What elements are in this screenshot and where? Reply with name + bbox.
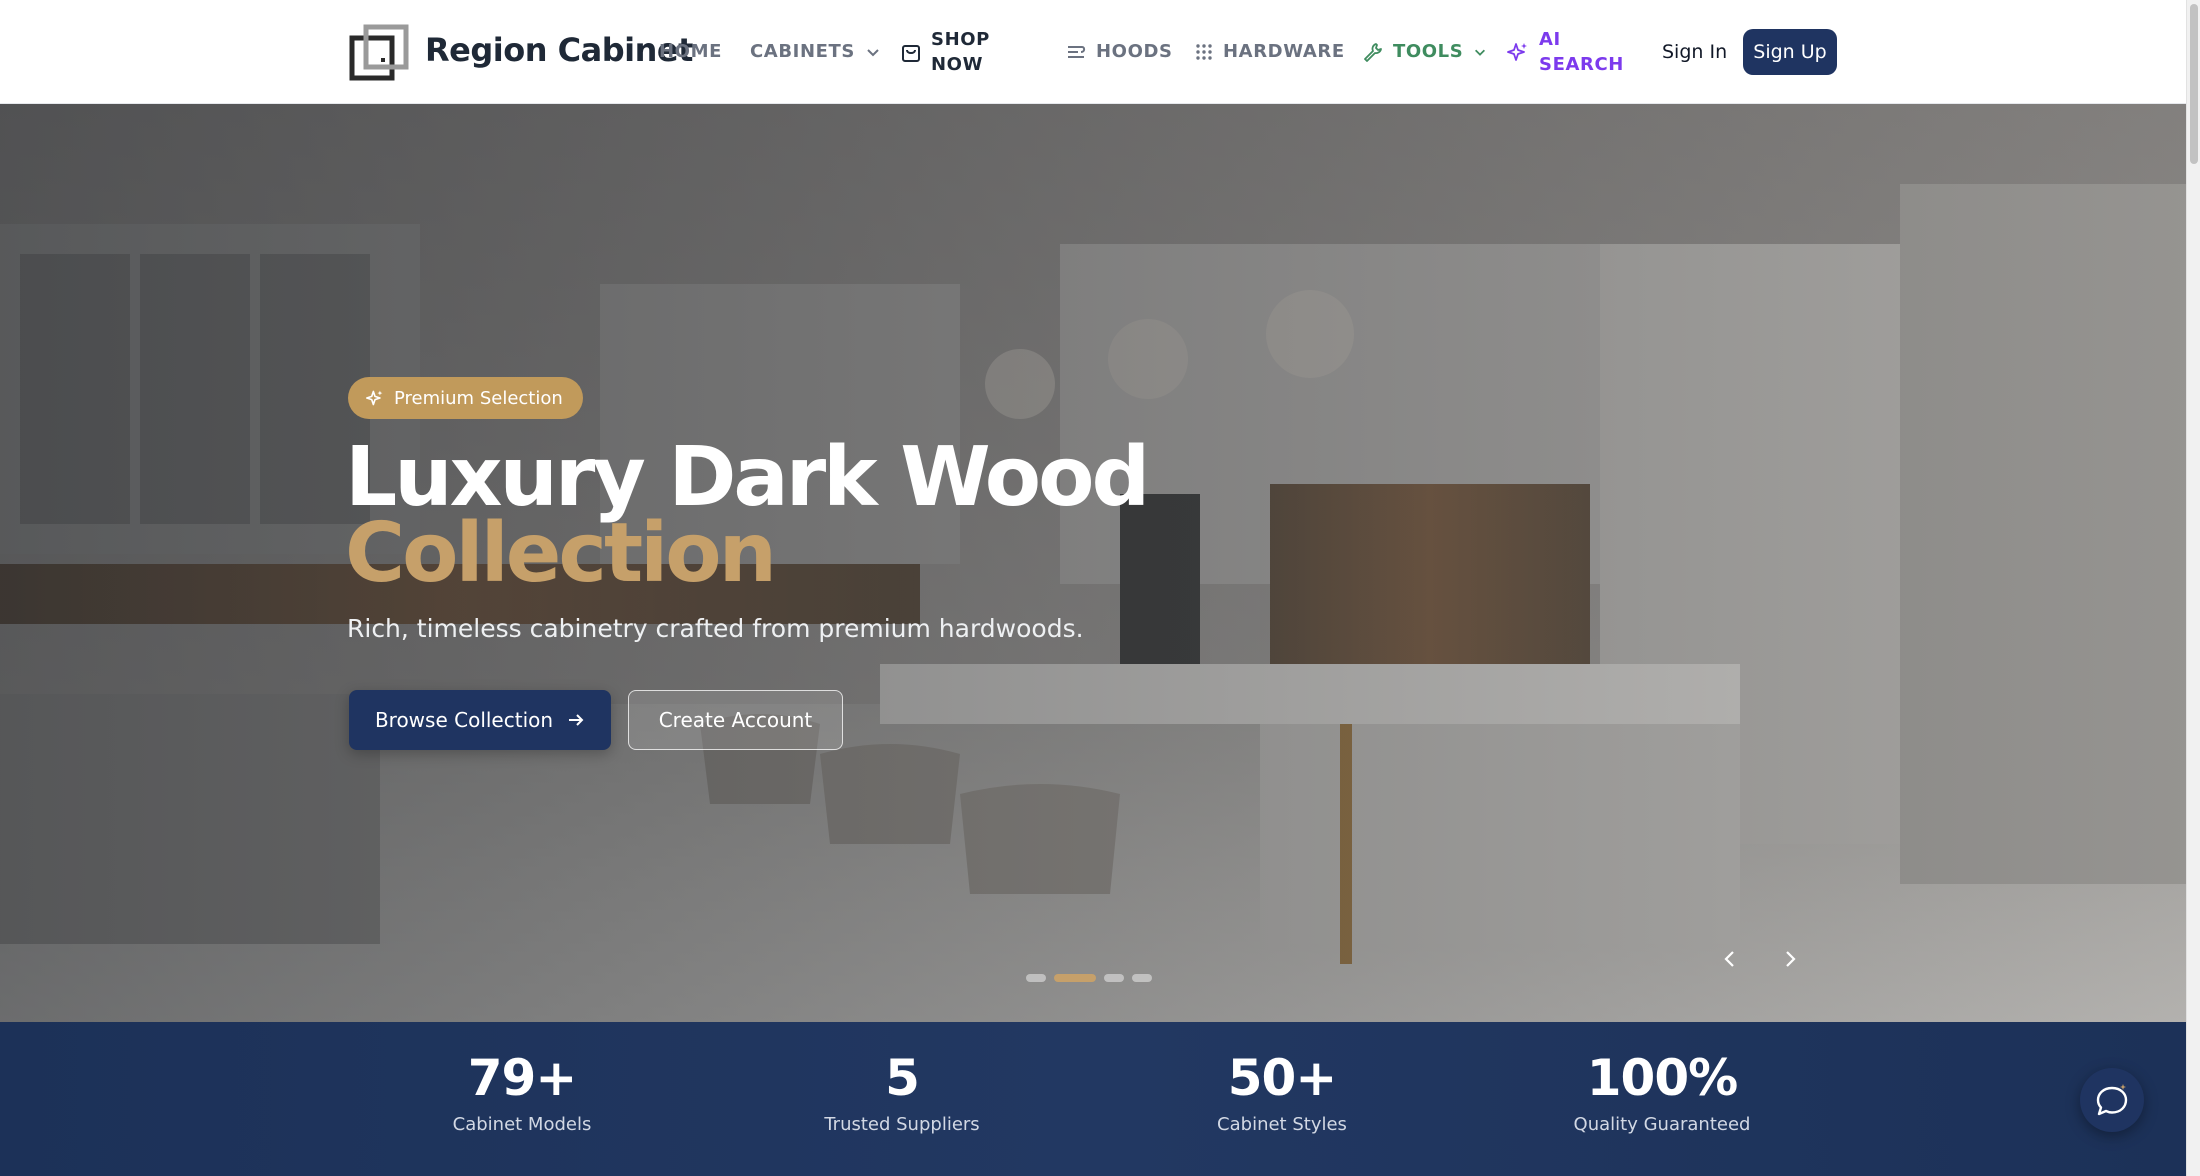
stat-value: 50+ [1227,1049,1337,1107]
sign-in-link[interactable]: Sign In [1662,38,1727,66]
nav-hardware[interactable]: HARDWARE [1195,39,1345,65]
hero-title-line-2: Collection [345,506,777,601]
carousel-dot[interactable] [1104,974,1124,982]
nav-hoods[interactable]: HOODS [1066,39,1173,65]
stat-label: Cabinet Styles [1217,1114,1347,1135]
stat-cabinet-styles: 50+ Cabinet Styles [1152,1050,1412,1138]
nav-hoods-label: HOODS [1096,41,1173,62]
nav-home[interactable]: HOME [659,39,722,65]
sparkles-icon [366,390,383,406]
stat-label: Cabinet Models [452,1114,592,1135]
brand-name[interactable]: Region Cabinet [425,28,693,72]
browse-collection-label: Browse Collection [374,708,554,732]
chevron-down-icon [867,49,879,57]
carousel-dot[interactable] [1132,974,1152,982]
hood-icon [1068,46,1086,58]
carousel-dot[interactable] [1026,974,1046,982]
browse-collection-button[interactable]: Browse Collection [349,690,611,750]
stat-cabinet-models: 79+ Cabinet Models [392,1050,652,1138]
premium-selection-badge: Premium Selection [348,377,583,419]
hero-dark-overlay [0,104,2186,1022]
chevron-right-icon [1786,951,1796,967]
nav-tools-label: TOOLS [1393,41,1464,62]
nav-shop-label-1: SHOP [931,29,990,50]
nav-shop-label-2: NOW [931,54,984,75]
stat-value: 79+ [467,1049,577,1107]
stat-value: 5 [885,1049,920,1107]
sign-up-button[interactable]: Sign Up [1743,29,1837,75]
stat-trusted-suppliers: 5 Trusted Suppliers [772,1050,1032,1138]
scrollbar-thumb[interactable] [2190,4,2198,164]
stat-label: Quality Guaranteed [1573,1114,1751,1135]
stats-bar: 79+ Cabinet Models 5 Trusted Suppliers 5… [0,1022,2186,1176]
chat-button[interactable] [2080,1068,2144,1132]
hero-carousel: Premium Selection Luxury Dark Wood Colle… [0,104,2186,1022]
top-navbar: Region Cabinet HOME CABINETS SHOP NOW HO… [0,0,2186,104]
nav-tools[interactable]: TOOLS [1363,39,1487,65]
nav-ai-search[interactable]: AI SEARCH [1507,27,1624,77]
stat-value: 100% [1586,1049,1738,1107]
badge-label: Premium Selection [394,387,563,409]
carousel-next-button[interactable] [1770,939,1810,979]
chat-icon [2096,1084,2128,1116]
logo-icon[interactable] [349,24,409,82]
nav-ai-label-2: SEARCH [1539,54,1624,75]
carousel-indicators [1026,974,1152,982]
nav-shop-now[interactable]: SHOP NOW [901,27,990,77]
stat-label: Trusted Suppliers [824,1114,980,1135]
nav-ai-label-1: AI [1539,29,1561,50]
stat-quality-guaranteed: 100% Quality Guaranteed [1532,1050,1792,1138]
sparkles-icon [1507,43,1527,61]
carousel-dot-active[interactable] [1054,974,1096,982]
nav-home-label: HOME [659,41,722,62]
nav-cabinets[interactable]: CABINETS [750,39,881,65]
create-account-button[interactable]: Create Account [628,690,843,750]
wrench-icon [1364,43,1382,62]
page-scrollbar[interactable] [2186,0,2200,1176]
nav-cabinets-label: CABINETS [750,41,855,62]
chevron-left-icon [1724,951,1734,967]
arrow-right-icon [569,714,584,726]
create-account-label: Create Account [658,708,813,732]
carousel-prev-button[interactable] [1710,939,1750,979]
nav-hardware-label: HARDWARE [1223,41,1345,62]
shopping-bag-icon [902,45,920,62]
grid-icon [1196,44,1212,60]
hero-subtitle: Rich, timeless cabinetry crafted from pr… [347,614,1084,643]
chevron-down-icon [1475,49,1486,56]
